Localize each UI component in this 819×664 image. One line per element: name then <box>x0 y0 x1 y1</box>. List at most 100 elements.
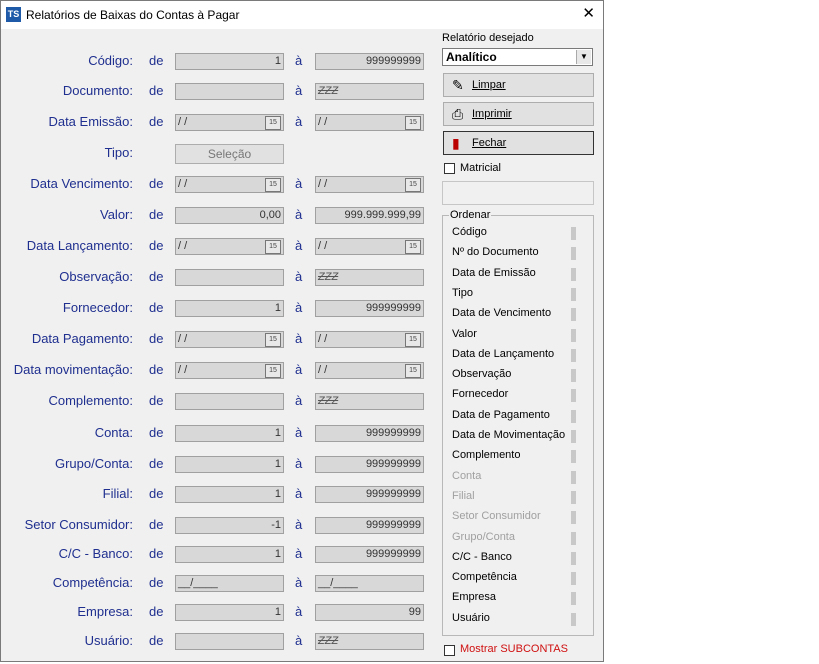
calendar-icon[interactable]: 15 <box>405 364 421 378</box>
ordenar-item[interactable]: Complemento <box>452 449 520 461</box>
ordenar-item[interactable]: Empresa <box>452 591 496 603</box>
range-to-input[interactable]: / / 15 <box>315 331 424 348</box>
ordenar-toggle[interactable] <box>571 531 576 545</box>
ordenar-toggle[interactable] <box>571 490 576 504</box>
calendar-icon[interactable]: 15 <box>265 116 281 130</box>
calendar-icon[interactable]: 15 <box>405 240 421 254</box>
range-to-input[interactable]: / / 15 <box>315 238 424 255</box>
ordenar-toggle[interactable] <box>571 267 576 281</box>
range-from-input[interactable]: 0,00 <box>175 207 284 224</box>
chevron-down-icon[interactable]: ▼ <box>576 50 591 64</box>
range-from-input[interactable]: 1 <box>175 486 284 503</box>
range-to-input[interactable]: 999999999 <box>315 300 424 317</box>
range-from-input[interactable]: / / 15 <box>175 114 284 131</box>
ordenar-item[interactable]: Observação <box>452 368 511 380</box>
range-from-input[interactable]: / / 15 <box>175 176 284 193</box>
ordenar-item[interactable]: Competência <box>452 571 517 583</box>
ordenar-toggle[interactable] <box>571 572 576 586</box>
a-label: à <box>295 269 303 284</box>
ordenar-toggle[interactable] <box>571 247 576 261</box>
fechar-button[interactable]: ▮ Fechar <box>443 131 594 155</box>
range-from-input[interactable]: / / 15 <box>175 331 284 348</box>
calendar-icon[interactable]: 15 <box>405 178 421 192</box>
range-from-input[interactable] <box>175 393 284 410</box>
tipo-selecao-button[interactable]: Seleção <box>175 144 284 164</box>
ordenar-item[interactable]: Setor Consumidor <box>452 510 541 522</box>
a-label: à <box>295 486 303 501</box>
ordenar-toggle[interactable] <box>571 592 576 606</box>
range-from-input[interactable]: 1 <box>175 546 284 563</box>
range-from-input[interactable]: __/____ <box>175 575 284 592</box>
ordenar-item[interactable]: Fornecedor <box>452 388 508 400</box>
ordenar-toggle[interactable] <box>571 369 576 383</box>
range-to-input[interactable]: / / 15 <box>315 362 424 379</box>
ordenar-item[interactable]: Data de Emissão <box>452 267 536 279</box>
range-to-input[interactable]: / / 15 <box>315 176 424 193</box>
range-to-input[interactable]: 99 <box>315 604 424 621</box>
range-to-input[interactable]: 999999999 <box>315 456 424 473</box>
ordenar-item[interactable]: Filial <box>452 490 475 502</box>
ordenar-item[interactable]: Conta <box>452 470 481 482</box>
ordenar-item[interactable]: Data de Vencimento <box>452 307 551 319</box>
ordenar-toggle[interactable] <box>571 551 576 565</box>
range-to-input[interactable]: ZZZ <box>315 633 424 650</box>
ordenar-toggle[interactable] <box>571 430 576 443</box>
range-to-input[interactable]: ZZZ <box>315 269 424 286</box>
ordenar-item[interactable]: Código <box>452 226 487 238</box>
calendar-icon[interactable]: 15 <box>265 364 281 378</box>
ordenar-toggle[interactable] <box>571 328 576 342</box>
ordenar-toggle[interactable] <box>571 227 576 240</box>
range-to-input[interactable]: 999999999 <box>315 486 424 503</box>
range-from-input[interactable]: 1 <box>175 456 284 473</box>
range-to-input[interactable]: ZZZ <box>315 83 424 100</box>
close-icon[interactable]: ✕ <box>582 5 595 23</box>
subcontas-checkbox[interactable] <box>444 645 455 656</box>
range-to-input[interactable]: 999999999 <box>315 425 424 442</box>
range-from-input[interactable]: -1 <box>175 517 284 534</box>
range-from-input[interactable] <box>175 633 284 650</box>
range-to-input[interactable]: 999999999 <box>315 546 424 563</box>
range-to-input[interactable]: 999999999 <box>315 53 424 70</box>
ordenar-toggle[interactable] <box>571 450 576 464</box>
ordenar-item[interactable]: Tipo <box>452 287 473 299</box>
matricial-checkbox[interactable] <box>444 163 455 174</box>
imprimir-button[interactable]: ⎙ Imprimir <box>443 102 594 126</box>
limpar-button[interactable]: ✎ Limpar <box>443 73 594 97</box>
range-from-input[interactable] <box>175 269 284 286</box>
range-from-input[interactable]: 1 <box>175 53 284 70</box>
ordenar-toggle[interactable] <box>571 287 576 301</box>
ordenar-item[interactable]: Usuário <box>452 612 490 624</box>
range-from-input[interactable]: 1 <box>175 604 284 621</box>
range-from-input[interactable]: / / 15 <box>175 362 284 379</box>
ordenar-toggle[interactable] <box>571 612 576 626</box>
range-from-input[interactable]: 1 <box>175 300 284 317</box>
calendar-icon[interactable]: 15 <box>405 116 421 130</box>
ordenar-toggle[interactable] <box>571 470 576 484</box>
range-from-input[interactable] <box>175 83 284 100</box>
ordenar-item[interactable]: Data de Lançamento <box>452 348 554 360</box>
ordenar-toggle[interactable] <box>571 348 576 362</box>
ordenar-item[interactable]: Grupo/Conta <box>452 531 515 543</box>
printer-field <box>442 181 594 205</box>
calendar-icon[interactable]: 15 <box>265 178 281 192</box>
range-from-input[interactable]: / / 15 <box>175 238 284 255</box>
ordenar-item[interactable]: Nº do Documento <box>452 246 539 258</box>
ordenar-toggle[interactable] <box>571 389 576 403</box>
ordenar-item[interactable]: Data de Pagamento <box>452 409 550 421</box>
calendar-icon[interactable]: 15 <box>265 333 281 347</box>
ordenar-item[interactable]: Data de Movimentação <box>452 429 565 441</box>
ordenar-item[interactable]: C/C - Banco <box>452 551 512 563</box>
calendar-icon[interactable]: 15 <box>265 240 281 254</box>
calendar-icon[interactable]: 15 <box>405 333 421 347</box>
ordenar-toggle[interactable] <box>571 511 576 525</box>
range-to-input[interactable]: 999.999.999,99 <box>315 207 424 224</box>
range-to-input[interactable]: / / 15 <box>315 114 424 131</box>
range-to-input[interactable]: 999999999 <box>315 517 424 534</box>
report-type-select[interactable]: Analítico ▼ <box>442 48 593 66</box>
ordenar-toggle[interactable] <box>571 308 576 322</box>
range-to-input[interactable]: ZZZ <box>315 393 424 410</box>
ordenar-toggle[interactable] <box>571 409 576 423</box>
ordenar-item[interactable]: Valor <box>452 328 477 340</box>
range-to-input[interactable]: __/____ <box>315 575 424 592</box>
range-from-input[interactable]: 1 <box>175 425 284 442</box>
